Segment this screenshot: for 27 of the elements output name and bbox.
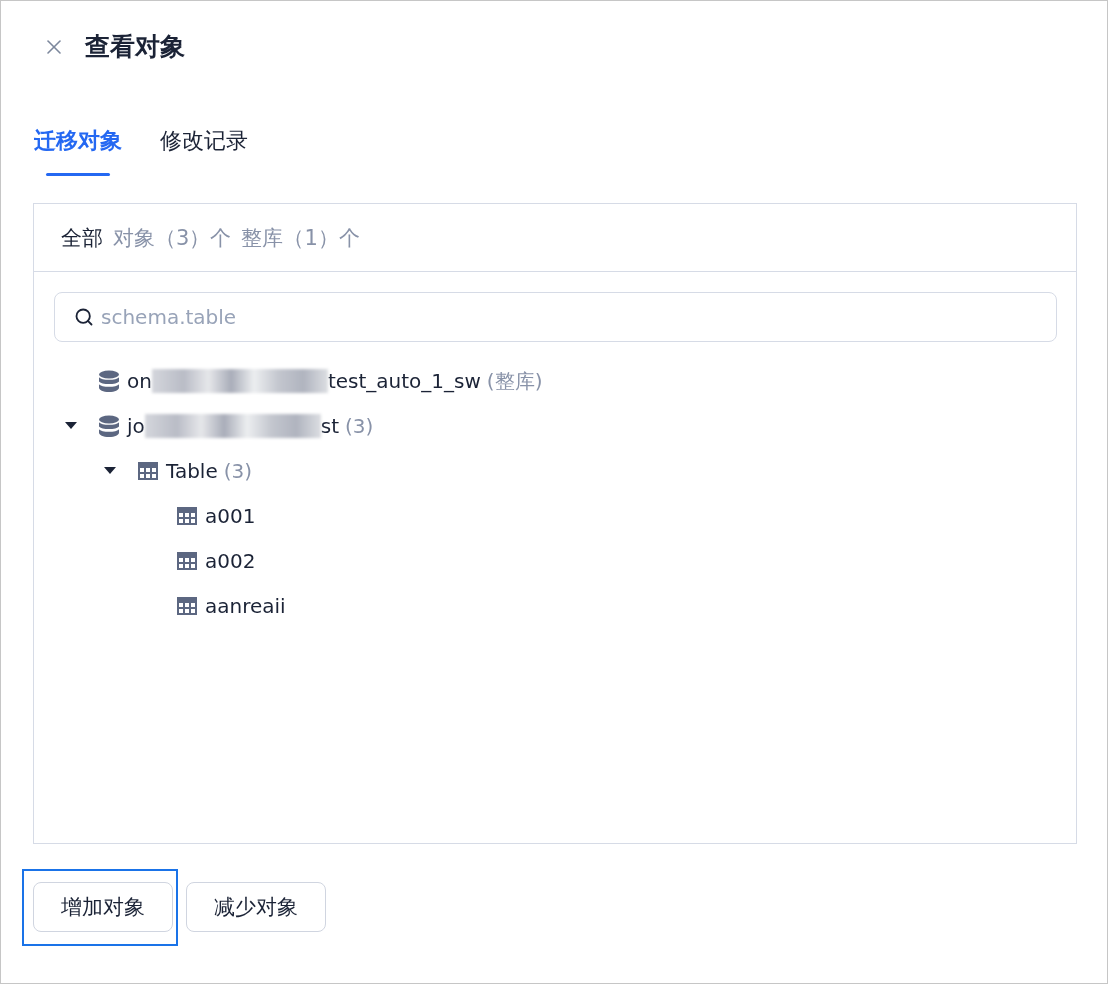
tab[interactable]: 修改记录 (156, 121, 252, 176)
node-count: (整库) (486, 367, 543, 395)
node-name[interactable]: aanreaii (205, 591, 286, 620)
caret-icon[interactable] (104, 467, 116, 474)
filter-option[interactable]: 全部 (61, 223, 103, 252)
node-name[interactable]: jo (127, 411, 145, 440)
table-icon (177, 506, 197, 525)
table-icon (138, 461, 158, 480)
database-icon (98, 369, 120, 392)
node-name[interactable]: Table (166, 456, 218, 485)
table-icon (177, 551, 197, 570)
tab[interactable]: 迁移对象 (30, 121, 126, 176)
node-name-end[interactable]: st (320, 411, 340, 440)
search-field[interactable]: schema.table (54, 292, 1057, 342)
database-icon (98, 414, 120, 437)
node-count: (3) (345, 412, 374, 440)
dialog-title: 查看对象 (85, 31, 185, 63)
node-name[interactable]: on (127, 366, 152, 395)
node-name-end[interactable]: test_auto_1_sw (327, 366, 481, 395)
table-icon (177, 596, 197, 615)
node-name[interactable]: a001 (205, 501, 256, 530)
action-button[interactable]: 减少对象 (186, 882, 326, 932)
action-button[interactable]: 增加对象 (33, 882, 173, 932)
search-icon (74, 307, 94, 327)
caret-icon[interactable] (65, 422, 77, 429)
node-count: (3) (223, 457, 253, 485)
node-name[interactable]: a002 (205, 546, 256, 575)
